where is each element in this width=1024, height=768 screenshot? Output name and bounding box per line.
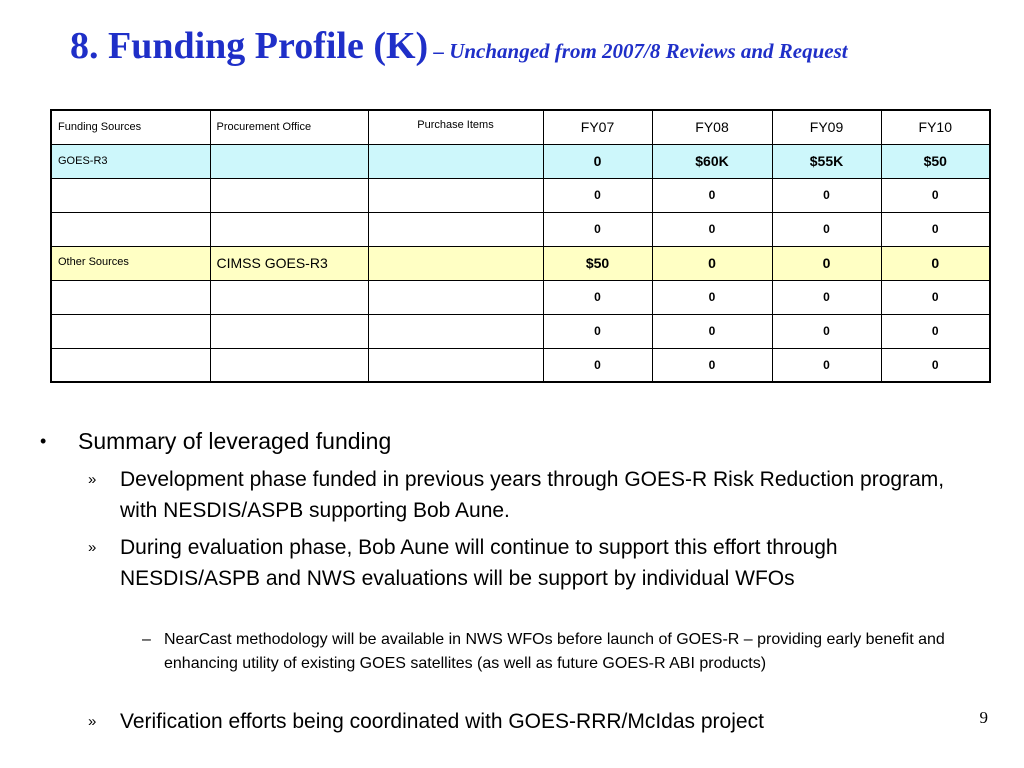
- cell-source: [50, 211, 211, 247]
- cell-office: [209, 143, 369, 179]
- header-procurement-office: Procurement Office: [209, 109, 369, 145]
- cell-fy09: 0: [771, 245, 882, 281]
- bullet-evaluation-text: During evaluation phase, Bob Aune will c…: [120, 536, 838, 590]
- cell-fy09: 0: [771, 347, 882, 383]
- cell-items: [367, 245, 544, 281]
- cell-items: [367, 347, 544, 383]
- cell-office: [209, 313, 369, 349]
- cell-source: [50, 347, 211, 383]
- bullet-nearcast: – NearCast methodology will be available…: [142, 628, 962, 676]
- cell-items: [367, 177, 544, 213]
- cell-fy08: 0: [651, 245, 773, 281]
- cell-fy08: 0: [651, 313, 773, 349]
- bullet-verification-text: Verification efforts being coordinated w…: [120, 710, 764, 733]
- table-row: 0 0 0 0: [50, 347, 991, 383]
- cell-fy07: 0: [542, 177, 653, 213]
- header-fy07: FY07: [542, 109, 653, 145]
- cell-source: [50, 313, 211, 349]
- cell-fy10: 0: [880, 211, 991, 247]
- chevron-right-icon: »: [88, 713, 97, 730]
- slide-title: 8. Funding Profile (K) – Unchanged from …: [70, 24, 1010, 68]
- bullet-summary: • Summary of leveraged funding: [40, 426, 391, 456]
- cell-fy07: 0: [542, 279, 653, 315]
- title-main: 8. Funding Profile (K): [70, 25, 429, 67]
- cell-fy10: 0: [880, 313, 991, 349]
- header-fy08: FY08: [651, 109, 773, 145]
- cell-fy07: 0: [542, 313, 653, 349]
- cell-office: [209, 211, 369, 247]
- cell-fy08: $60K: [651, 143, 773, 179]
- chevron-right-icon: »: [88, 471, 97, 488]
- bullet-evaluation: » During evaluation phase, Bob Aune will…: [88, 532, 968, 594]
- table-row: 0 0 0 0: [50, 279, 991, 315]
- table-row: 0 0 0 0: [50, 211, 991, 247]
- cell-fy09: 0: [771, 211, 882, 247]
- cell-source: [50, 279, 211, 315]
- header-purchase-items: Purchase Items: [367, 109, 544, 145]
- cell-fy08: 0: [651, 211, 773, 247]
- title-subtitle: – Unchanged from 2007/8 Reviews and Requ…: [428, 39, 848, 63]
- cell-fy10: 0: [880, 177, 991, 213]
- cell-fy08: 0: [651, 177, 773, 213]
- cell-fy09: 0: [771, 313, 882, 349]
- cell-source: [50, 177, 211, 213]
- chevron-right-icon: »: [88, 539, 97, 556]
- cell-fy09: 0: [771, 279, 882, 315]
- cell-fy07: 0: [542, 211, 653, 247]
- cell-fy07: 0: [542, 143, 653, 179]
- header-fy10: FY10: [880, 109, 991, 145]
- funding-table: Funding Sources Procurement Office Purch…: [50, 109, 991, 383]
- cell-fy09: 0: [771, 177, 882, 213]
- cell-fy07: 0: [542, 347, 653, 383]
- cell-source: Other Sources: [50, 245, 211, 281]
- table-row: GOES-R3 0 $60K $55K $50: [50, 143, 991, 179]
- header-funding-sources: Funding Sources: [50, 109, 211, 145]
- cell-fy08: 0: [651, 279, 773, 315]
- cell-fy10: 0: [880, 347, 991, 383]
- cell-office: [209, 279, 369, 315]
- cell-fy10: 0: [880, 245, 991, 281]
- table-row: 0 0 0 0: [50, 313, 991, 349]
- cell-fy09: $55K: [771, 143, 882, 179]
- cell-items: [367, 313, 544, 349]
- slide: 8. Funding Profile (K) – Unchanged from …: [0, 0, 1024, 768]
- page-number: 9: [979, 708, 989, 727]
- cell-items: [367, 211, 544, 247]
- table-row: 0 0 0 0: [50, 177, 991, 213]
- bullet-nearcast-text: NearCast methodology will be available i…: [164, 631, 945, 672]
- bullet-verification: » Verification efforts being coordinated…: [88, 706, 968, 737]
- bullet-development-text: Development phase funded in previous yea…: [120, 468, 945, 522]
- cell-items: [367, 143, 544, 179]
- cell-office: [209, 347, 369, 383]
- dash-icon: –: [142, 631, 151, 648]
- bullet-summary-text: Summary of leveraged funding: [78, 428, 392, 454]
- cell-fy07: $50: [542, 245, 653, 281]
- cell-items: [367, 279, 544, 315]
- bullet-development: » Development phase funded in previous y…: [88, 464, 968, 526]
- cell-source: GOES-R3: [50, 143, 211, 179]
- bullet-dot-icon: •: [40, 431, 47, 451]
- cell-fy08: 0: [651, 347, 773, 383]
- table-header-row: Funding Sources Procurement Office Purch…: [50, 109, 991, 145]
- cell-office: CIMSS GOES-R3: [209, 245, 369, 281]
- header-fy09: FY09: [771, 109, 882, 145]
- cell-fy10: 0: [880, 279, 991, 315]
- cell-fy10: $50: [880, 143, 991, 179]
- table-row: Other Sources CIMSS GOES-R3 $50 0 0 0: [50, 245, 991, 281]
- cell-office: [209, 177, 369, 213]
